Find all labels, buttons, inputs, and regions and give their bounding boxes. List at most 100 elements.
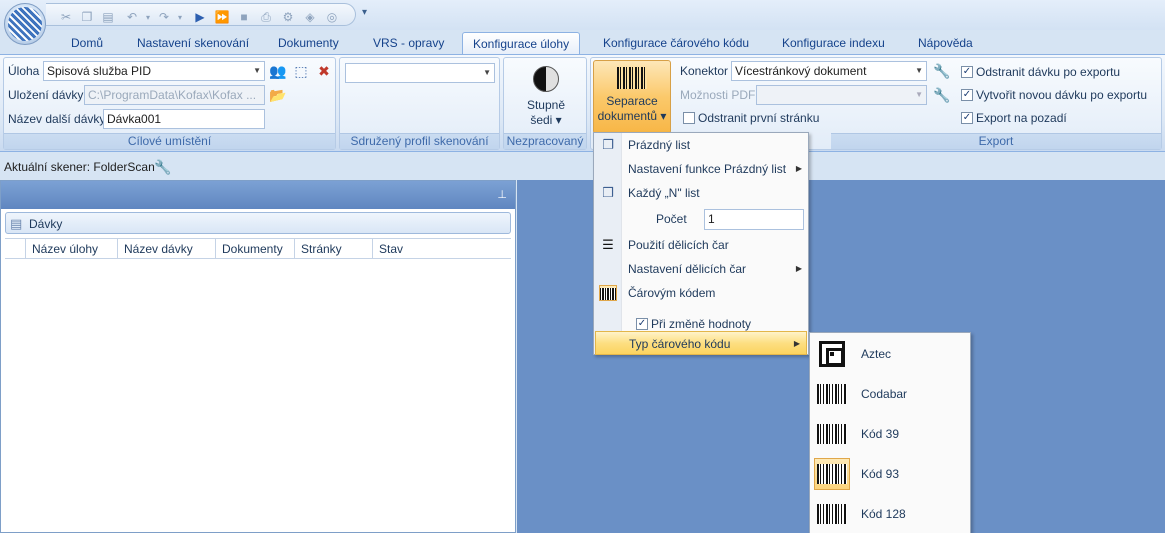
barcode-option-code128[interactable]: Kód 128 [810,494,972,533]
shared-profile-combo[interactable]: ▼ [345,63,495,83]
count-field[interactable]: 1 [704,209,804,230]
export-background-checkbox[interactable]: ✓ Export na pozadí [961,111,1067,125]
column-header-documents[interactable]: Dokumenty [215,239,294,259]
tab-index-configuration[interactable]: Konfigurace indexu [772,32,895,55]
tab-job-configuration[interactable]: Konfigurace úlohy [462,32,581,55]
pin-icon[interactable]: ⊥ [497,188,507,201]
separation-line1: Separace [606,94,658,108]
separator-sheets-label: Použití dělicích čar [628,238,729,252]
customize-toolbar-icon[interactable]: ▾ [362,7,367,18]
every-n-page-label: Každý „N" list [628,186,700,200]
filter-icon[interactable]: ◈ [302,9,318,25]
menu-item-blank-page-settings[interactable]: Nastavení funkce Prázdný list ▶ [594,157,808,181]
ribbon: Úloha Spisová služba PID ▼ 👥 ⬚ ✖ Uložení… [0,54,1165,152]
cut-icon[interactable]: ✂ [58,9,74,25]
tab-barcode-configuration[interactable]: Konfigurace čárového kódu [593,32,759,55]
next-batch-field[interactable]: Dávka001 [103,109,265,129]
barcode-option-code39[interactable]: Kód 39 [810,414,972,454]
scan-icon[interactable]: ⎙ [258,9,274,25]
tab-home[interactable]: Domů [61,32,113,55]
raw-group-label: Nezpracovaný [504,133,586,149]
barcode-option-codabar[interactable]: Codabar [810,374,972,414]
target-group-label: Cílové umístění [4,133,335,149]
column-header-job-name[interactable]: Název úlohy [25,239,118,259]
menu-item-separator-sheets[interactable]: ☰ Použití dělicích čar [594,233,808,257]
connector-combo[interactable]: Vícestránkový dokument ▼ [731,61,927,81]
create-new-batch-checkbox[interactable]: ✓ Vytvořit novou dávku po exportu [961,88,1147,102]
redo-dropdown-icon[interactable]: ▾ [172,9,188,25]
pdf-options-label: Možnosti PDF [680,88,756,102]
fast-forward-icon[interactable]: ⏩ [214,9,230,25]
grayscale-button[interactable]: Stupně šedi ▾ [512,64,580,132]
code93-label: Kód 93 [861,467,900,481]
menu-item-every-n-page[interactable]: ❒ Každý „N" list [594,181,808,205]
current-scanner-label: Aktuální skener: FolderScan [4,160,155,174]
job-properties-icon[interactable]: 👥 [269,62,287,80]
job-combo[interactable]: Spisová služba PID ▼ [43,61,265,81]
shared-profile-group: ▼ Sdružený profil skenování [339,57,500,150]
pdf-options-combo[interactable]: ▼ [756,85,927,105]
separator-lines-icon: ☰ [602,237,614,252]
tab-help[interactable]: Nápověda [908,32,983,55]
undo-dropdown-icon[interactable]: ▾ [140,9,156,25]
scanner-settings-icon[interactable]: 🔧 [154,158,172,176]
job-combo-value: Spisová služba PID [47,64,152,78]
column-header-pages[interactable]: Stránky [294,239,373,259]
menu-item-separator-settings[interactable]: Nastavení dělicích čar ▶ [594,257,808,281]
barcode-type-submenu: Aztec Codabar Kód 39 Kód 93 Kód 128 [809,332,971,533]
redo-icon[interactable]: ↷ [156,9,172,25]
pdf-settings-icon[interactable]: 🔧 [933,86,951,104]
application-button[interactable] [4,3,46,45]
remove-batch-label: Odstranit dávku po exportu [976,65,1121,79]
stop-icon[interactable]: ■ [236,9,252,25]
code39-icon [814,418,850,450]
document-separation-button[interactable]: Separace dokumentů ▾ [593,60,671,134]
tab-scan-settings[interactable]: Nastavení skenování [127,32,259,55]
menu-item-by-barcode[interactable]: Čárovým kódem [594,281,808,305]
delete-job-icon[interactable]: ✖ [315,62,333,80]
menu-item-blank-page[interactable]: ❐ Prázdný list [594,133,808,157]
settings-icon[interactable]: ⚙ [280,9,296,25]
batches-pane: ⊥ ▤ Dávky Název úlohy Název dávky Dokume… [0,180,516,533]
select-job-icon[interactable]: ⬚ [292,62,310,80]
export-group-label: Export [831,133,1161,149]
chevron-down-icon: ▼ [483,68,491,77]
barcode-icon [617,67,647,89]
remove-batch-checkbox[interactable]: ✓ Odstranit dávku po exportu [961,65,1120,79]
column-header-batch-name[interactable]: Název dávky [117,239,215,259]
raw-group: Stupně šedi ▾ Nezpracovaný [503,57,587,150]
barcode-option-aztec[interactable]: Aztec [810,334,972,374]
barcode-type-label: Typ čárového kódu [629,337,731,351]
batches-grid-header: Název úlohy Název dávky Dokumenty Stránk… [5,238,511,259]
undo-icon[interactable]: ↶ [124,9,140,25]
pane-header: ⊥ [1,181,515,209]
barcode-option-code93[interactable]: Kód 93 [810,454,972,494]
checkbox-checked-icon: ✓ [961,89,973,101]
quick-access-toolbar: ✂ ❐ ▤ ↶ ▾ ↷ ▾ ▶ ⏩ ■ ⎙ ⚙ ◈ ◎ ▾ [0,0,1165,30]
paste-icon[interactable]: ▤ [100,9,116,25]
help-icon[interactable]: ◎ [324,9,340,25]
tab-documents[interactable]: Dokumenty [268,32,349,55]
batches-header[interactable]: ▤ Dávky [5,212,511,234]
remove-first-page-checkbox[interactable]: Odstranit první stránku [683,111,819,125]
chevron-down-icon: ▼ [915,66,923,75]
batches-icon: ▤ [10,216,23,231]
aztec-icon [814,338,850,370]
submenu-arrow-icon: ▶ [795,164,802,173]
code128-icon [814,498,850,530]
menu-item-on-value-change[interactable]: ✓ Při změně hodnoty [594,306,808,331]
submenu-arrow-icon: ▶ [795,264,802,273]
tab-vrs-corrections[interactable]: VRS - opravy [363,32,454,55]
aztec-label: Aztec [861,347,892,361]
job-label: Úloha [8,64,40,78]
codabar-label: Codabar [861,387,908,401]
batch-storage-field[interactable]: C:\ProgramData\Kofax\Kofax ... [84,85,265,105]
batch-storage-label: Uložení dávky [8,88,84,102]
column-header-status[interactable]: Stav [372,239,511,259]
every-n-page-icon: ❒ [602,185,614,200]
menu-item-barcode-type[interactable]: Typ čárového kódu ▶ [595,331,807,355]
play-icon[interactable]: ▶ [192,9,208,25]
copy-icon[interactable]: ❐ [79,9,95,25]
connector-settings-icon[interactable]: 🔧 [933,62,951,80]
folder-icon[interactable]: 📂 [269,86,287,104]
